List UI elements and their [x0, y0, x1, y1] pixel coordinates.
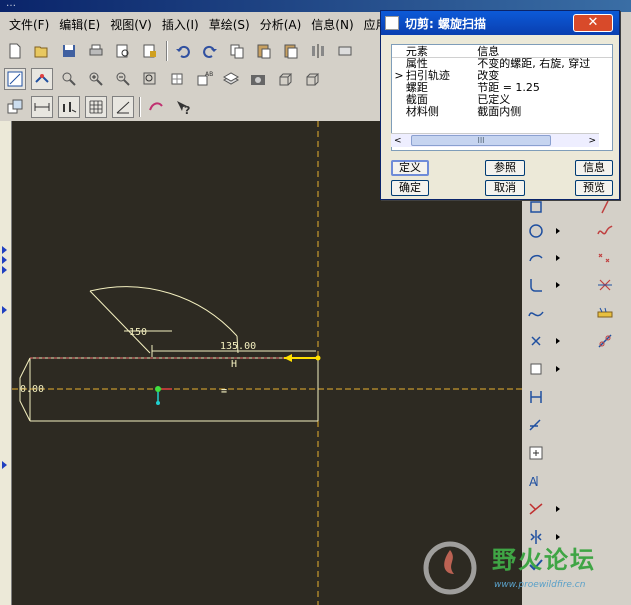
list-item[interactable]: 材料侧 截面内侧 [392, 106, 612, 118]
helical-sweep-dialog: 切剪: 螺旋扫描 ✕ 元素 信息 属性 不变的螺距, 右旋, 穿过 > 扫引轨迹… [380, 10, 620, 200]
element-info: 已定义 [477, 94, 511, 106]
scroll-thumb[interactable]: III [411, 135, 551, 146]
svg-text:?: ? [184, 104, 190, 116]
menu-info[interactable]: 信息(N) [306, 14, 358, 36]
point-icon[interactable] [525, 330, 547, 352]
points-icon[interactable] [594, 247, 616, 269]
dim-display-icon[interactable] [31, 96, 53, 118]
reference-button[interactable]: 参照 [485, 160, 525, 176]
flame-logo-icon [423, 541, 477, 595]
arc-icon[interactable] [525, 247, 547, 269]
scroll-left-icon[interactable]: < [394, 136, 402, 146]
left-panel-strip [0, 121, 12, 605]
ruler-icon[interactable] [594, 302, 616, 324]
zoom-out-icon[interactable] [112, 68, 134, 90]
copy-icon[interactable] [226, 40, 248, 62]
menu-sketch[interactable]: 草绘(S) [204, 14, 255, 36]
box-view2-icon[interactable] [301, 68, 323, 90]
watermark-title: 野火论坛 [492, 546, 596, 574]
forum-watermark: 野火论坛 www.proewildfire.cn [420, 538, 625, 600]
spin-icon[interactable] [145, 96, 167, 118]
svg-text:AB: AB [205, 71, 213, 78]
element-info: 改变 [477, 70, 500, 82]
constraint-icon[interactable] [31, 68, 53, 90]
open-icon[interactable] [31, 40, 53, 62]
tangent-icon[interactable] [594, 330, 616, 352]
lock-icon[interactable] [139, 40, 161, 62]
element-name: 材料侧 [405, 105, 439, 118]
menu-edit[interactable]: 编辑(E) [54, 14, 105, 36]
standard-toolbar [0, 38, 361, 64]
named-view-icon[interactable]: AB [193, 68, 215, 90]
sketch-arc [89, 286, 238, 337]
print-icon[interactable] [85, 40, 107, 62]
define-button[interactable]: 定义 [391, 160, 429, 176]
current-marker: > [394, 69, 404, 82]
dialog-app-icon [385, 16, 399, 30]
dialog-title: 切剪: 螺旋扫描 [405, 16, 486, 31]
find-icon[interactable] [112, 40, 134, 62]
intersect-icon[interactable] [594, 274, 616, 296]
box-view-icon[interactable] [274, 68, 296, 90]
trim-icon[interactable] [525, 498, 547, 520]
paste-icon[interactable] [253, 40, 275, 62]
radius-line [89, 290, 151, 354]
origin-point [155, 386, 161, 392]
zoom-in-icon[interactable] [85, 68, 107, 90]
mirror-icon[interactable] [307, 40, 329, 62]
offset-icon[interactable] [525, 358, 547, 380]
sketch-toolbar: ? [0, 94, 199, 120]
element-info: 截面内侧 [477, 106, 522, 118]
close-button[interactable]: ✕ [573, 14, 613, 32]
text-icon[interactable]: A [525, 470, 547, 492]
scroll-right-icon[interactable]: > [588, 136, 596, 146]
undo-icon[interactable] [172, 40, 194, 62]
modify-icon[interactable] [525, 414, 547, 436]
ok-button[interactable]: 确定 [391, 180, 429, 196]
app-title: … [6, 0, 16, 9]
help-icon[interactable]: ? [172, 96, 194, 118]
camera-icon[interactable] [247, 68, 269, 90]
dimension-icon[interactable] [525, 386, 547, 408]
save-icon[interactable] [58, 40, 80, 62]
refit-icon[interactable] [166, 68, 188, 90]
dim-0-text: 0.00 [20, 384, 44, 395]
zoom-box-icon[interactable] [139, 68, 161, 90]
layer-icon[interactable] [220, 68, 242, 90]
dim-h-text: H [231, 359, 237, 370]
column-header-element: 元素 [405, 45, 428, 58]
spline-icon[interactable] [525, 302, 547, 324]
more-icon[interactable] [334, 40, 356, 62]
horizontal-scrollbar[interactable]: < III > [391, 133, 599, 147]
circle-icon[interactable] [525, 220, 547, 242]
menu-analysis[interactable]: 分析(A) [255, 14, 307, 36]
watermark-url: www.proewildfire.cn [494, 580, 586, 590]
redo-icon[interactable] [199, 40, 221, 62]
dim-150-text: 150 [129, 327, 147, 338]
element-info: 不变的螺距, 右旋, 穿过 [477, 58, 591, 70]
element-info: 节距 = 1.25 [477, 82, 540, 94]
wave-icon[interactable] [594, 220, 616, 242]
cancel-button[interactable]: 取消 [485, 180, 525, 196]
sketch-icon[interactable] [4, 96, 26, 118]
dim-135-text: 135.00 [220, 341, 256, 352]
paste-special-icon[interactable] [280, 40, 302, 62]
constraint-display-icon[interactable] [58, 96, 80, 118]
menu-file[interactable]: 文件(F) [4, 14, 54, 36]
zoom-fit-icon[interactable] [58, 68, 80, 90]
view-toolbar: AB [0, 66, 328, 92]
preview-button[interactable]: 预览 [575, 180, 613, 196]
constraint-panel-icon[interactable] [525, 442, 547, 464]
app-window: … 文件(F) 编辑(E) 视图(V) 插入(I) 草绘(S) 分析(A) 信息… [0, 0, 631, 605]
fillet-icon[interactable] [525, 274, 547, 296]
column-header-info: 信息 [477, 45, 500, 57]
grid-display-icon[interactable] [85, 96, 107, 118]
equal-constraint: = [221, 386, 227, 397]
menu-insert[interactable]: 插入(I) [157, 14, 204, 36]
menu-view[interactable]: 视图(V) [105, 14, 157, 36]
info-button[interactable]: 信息 [575, 160, 613, 176]
new-icon[interactable] [4, 40, 26, 62]
vertex-display-icon[interactable] [112, 96, 134, 118]
sketch-display-icon[interactable] [4, 68, 26, 90]
